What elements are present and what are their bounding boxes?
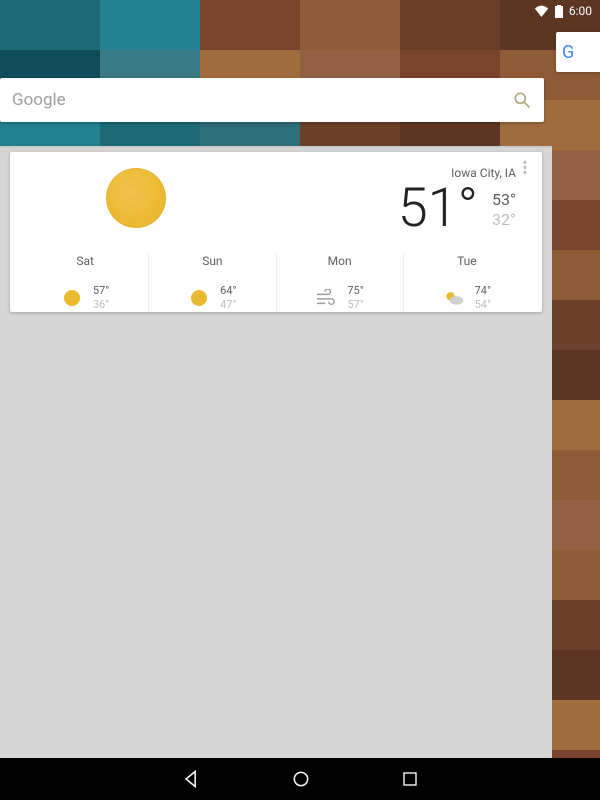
status-time: 6:00	[569, 4, 592, 18]
home-button[interactable]	[291, 769, 311, 789]
recents-button[interactable]	[401, 770, 419, 788]
search-bar[interactable]: Google	[0, 78, 544, 122]
cards-area[interactable]: ••• Iowa City, IA 51° 53° 32°	[0, 146, 552, 758]
forecast-day[interactable]: Sat 57° 36°	[22, 254, 148, 312]
forecast-day[interactable]: Tue 74° 54°	[403, 254, 530, 312]
wind-icon	[315, 287, 337, 309]
search-panel-peek[interactable]: G	[556, 32, 600, 72]
current-temperature: 51°	[398, 182, 478, 236]
weather-card[interactable]: ••• Iowa City, IA 51° 53° 32°	[10, 152, 542, 312]
forecast-day-label: Sun	[202, 254, 222, 268]
forecast-high: 74°	[475, 284, 491, 298]
panel-header-wallpaper: Google	[0, 0, 552, 146]
battery-icon	[555, 5, 563, 18]
back-button[interactable]	[181, 769, 201, 789]
google-g-letter: G	[562, 42, 574, 63]
forecast-row: Sat 57° 36° Sun	[22, 254, 530, 312]
today-high: 53°	[492, 190, 516, 210]
forecast-low: 47°	[220, 298, 236, 312]
forecast-low: 54°	[475, 298, 491, 312]
search-icon	[512, 90, 532, 110]
overflow-menu-icon[interactable]: •••	[516, 160, 534, 178]
navigation-bar	[0, 758, 600, 800]
sun-icon	[188, 287, 210, 309]
sun-icon	[61, 287, 83, 309]
search-placeholder: Google	[12, 90, 512, 110]
forecast-low: 36°	[93, 298, 109, 312]
forecast-day-label: Tue	[457, 254, 477, 268]
screen: 6:00 G Google •••	[0, 0, 600, 800]
partly-cloudy-icon	[443, 287, 465, 309]
forecast-high: 75°	[347, 284, 363, 298]
forecast-day-label: Mon	[328, 254, 352, 268]
forecast-high: 57°	[93, 284, 109, 298]
forecast-high: 64°	[220, 284, 236, 298]
sun-icon	[106, 168, 166, 228]
forecast-day-label: Sat	[76, 254, 94, 268]
forecast-day[interactable]: Sun 64° 47°	[148, 254, 275, 312]
now-panel: Google ••• Iowa City, IA	[0, 0, 552, 758]
today-low: 32°	[492, 210, 516, 230]
forecast-day[interactable]: Mon 75° 57°	[276, 254, 403, 312]
forecast-low: 57°	[347, 298, 363, 312]
